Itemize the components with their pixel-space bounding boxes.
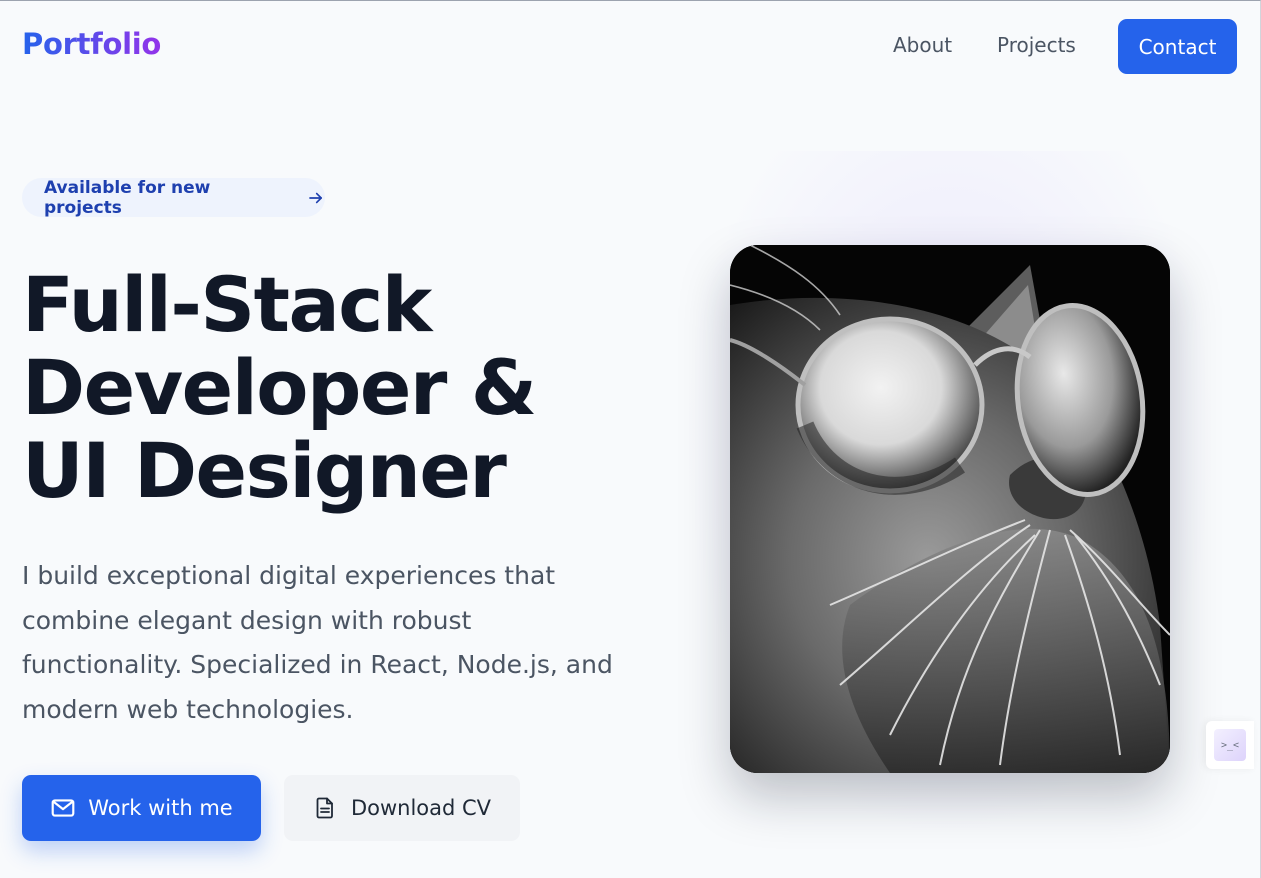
floating-side-widget[interactable]: >_<: [1206, 721, 1254, 769]
hero-description: I build exceptional digital experiences …: [22, 554, 622, 732]
availability-badge[interactable]: Available for new projects: [22, 177, 325, 218]
download-cv-label: Download CV: [350, 796, 492, 820]
arrow-right-icon: [309, 192, 323, 203]
cat-with-sunglasses-image: [730, 245, 1170, 773]
logo[interactable]: Portfolio: [22, 27, 161, 61]
hero-title-line: UI Designer: [22, 426, 507, 515]
hero-description-line: combine elegant design with robust: [22, 605, 472, 635]
widget-icon: >_<: [1214, 729, 1246, 761]
work-with-me-label: Work with me: [88, 796, 233, 820]
availability-badge-label: Available for new projects: [44, 177, 211, 218]
hero-image: [730, 245, 1170, 773]
hero-description-line: I build exceptional digital experiences …: [22, 561, 556, 590]
document-icon: [316, 797, 333, 819]
nav-link-projects[interactable]: Projects: [997, 33, 1076, 57]
hero-title-line: Developer &: [22, 343, 537, 432]
top-nav: Portfolio About Projects Contact: [0, 1, 1260, 93]
hero-title: Full-Stack Developer & UI Designer: [22, 263, 662, 512]
download-cv-button[interactable]: Download CV: [284, 775, 520, 841]
nav-link-about[interactable]: About: [893, 33, 952, 57]
contact-button[interactable]: Contact: [1118, 19, 1237, 74]
work-with-me-button[interactable]: Work with me: [22, 775, 261, 841]
mail-icon: [51, 799, 75, 817]
hero-title-line: Full-Stack: [22, 260, 432, 349]
hero-description-line: modern web technologies.: [22, 694, 354, 724]
hero-description-line: functionality. Specialized in React, Nod…: [22, 650, 613, 679]
